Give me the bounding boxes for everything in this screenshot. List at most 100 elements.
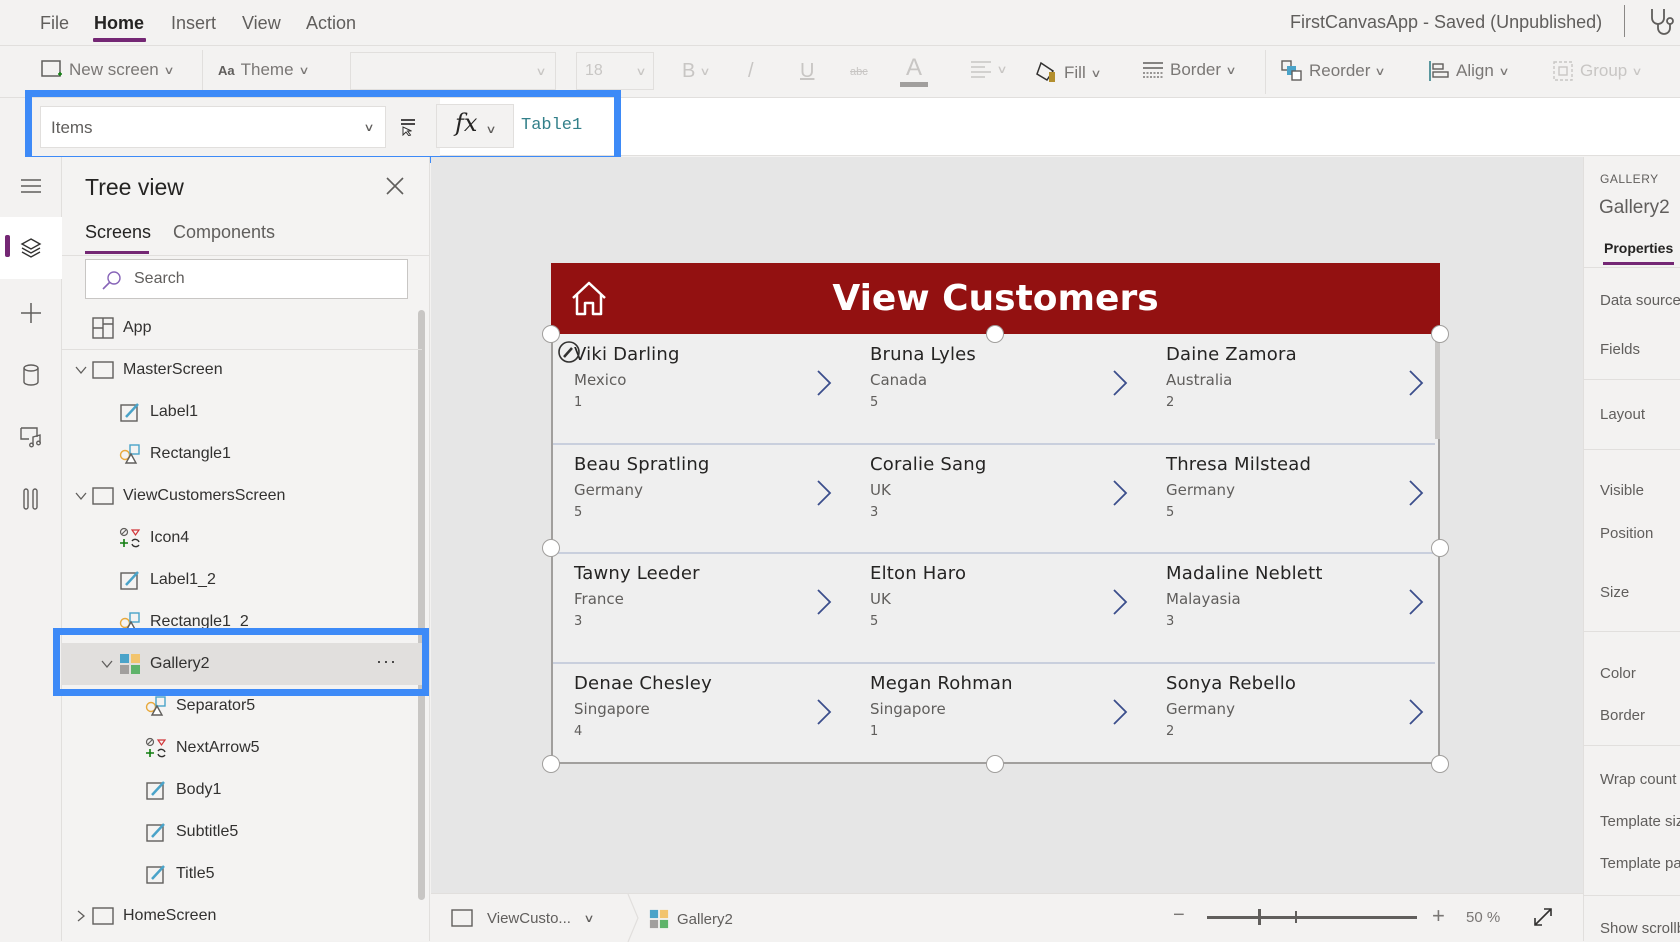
menu-view[interactable]: View <box>242 13 281 34</box>
next-arrow-icon[interactable] <box>816 588 832 616</box>
tree-item-body1[interactable]: Body1 <box>62 769 422 811</box>
bold-button[interactable]: B ∨ <box>682 60 711 83</box>
gallery-item[interactable]: Tawny Leeder France 3 <box>553 553 849 662</box>
resize-handle-top-right[interactable] <box>1431 325 1449 343</box>
align-button[interactable]: Align ∨ <box>1428 60 1509 82</box>
fx-button[interactable]: fx ∨ <box>436 104 514 148</box>
fill-button[interactable]: Fill ∨ <box>1036 60 1101 86</box>
fit-to-window-icon[interactable] <box>1532 906 1554 928</box>
text-align-button[interactable]: ∨ <box>970 60 1008 78</box>
next-arrow-icon[interactable] <box>1408 698 1424 726</box>
chevron-down-icon[interactable] <box>100 657 114 671</box>
hamburger-menu-button[interactable] <box>0 157 62 215</box>
next-arrow-icon[interactable] <box>1112 479 1128 507</box>
rail-insert[interactable] <box>0 282 62 344</box>
stethoscope-icon[interactable] <box>1648 6 1676 38</box>
prop-fields[interactable]: Fields <box>1600 341 1640 358</box>
resize-handle-left[interactable] <box>542 539 560 557</box>
prop-layout[interactable]: Layout <box>1600 406 1645 423</box>
next-arrow-icon[interactable] <box>1408 588 1424 616</box>
gallery-item[interactable]: Thresa Milstead Germany 5 <box>1145 444 1441 553</box>
next-arrow-icon[interactable] <box>1408 479 1424 507</box>
menu-home[interactable]: Home <box>94 13 144 34</box>
prop-template-padding[interactable]: Template padding <box>1600 855 1680 872</box>
resize-handle-bottom-left[interactable] <box>542 755 560 773</box>
menu-insert[interactable]: Insert <box>171 13 216 34</box>
prop-position[interactable]: Position <box>1600 525 1653 542</box>
tree-item-icon4[interactable]: Icon4 <box>62 517 422 559</box>
edit-template-icon[interactable] <box>557 340 581 364</box>
gallery-item[interactable]: Viki Darling Mexico 1 <box>553 334 849 443</box>
new-screen-button[interactable]: New screen ∨ <box>41 60 174 80</box>
zoom-in-button[interactable]: + <box>1432 903 1445 929</box>
screen-selector[interactable]: ViewCusto... ∨ <box>451 909 595 927</box>
tree-item-rectangle1-2[interactable]: Rectangle1_2 <box>62 601 422 643</box>
strikethrough-button[interactable]: abc <box>850 66 868 78</box>
chevron-down-icon[interactable] <box>74 489 88 503</box>
next-arrow-icon[interactable] <box>816 479 832 507</box>
prop-color[interactable]: Color <box>1600 665 1636 682</box>
tree-item-title5[interactable]: Title5 <box>62 853 422 895</box>
zoom-slider[interactable] <box>1207 909 1417 925</box>
font-color-button[interactable]: A <box>900 54 928 87</box>
gallery-scrollbar[interactable] <box>1435 334 1440 439</box>
group-button[interactable]: Group ∨ <box>1552 60 1643 82</box>
prop-border[interactable]: Border <box>1600 707 1645 724</box>
gallery-item[interactable]: Daine Zamora Australia 2 <box>1145 334 1441 443</box>
prop-data-source[interactable]: Data source <box>1600 292 1680 309</box>
prop-size[interactable]: Size <box>1600 584 1629 601</box>
chevron-down-icon[interactable] <box>74 363 88 377</box>
resize-handle-bottom-right[interactable] <box>1431 755 1449 773</box>
zoom-out-button[interactable]: − <box>1173 904 1185 927</box>
tree-item-app[interactable]: App <box>62 307 422 349</box>
gallery-item[interactable]: Bruna Lyles Canada 5 <box>849 334 1145 443</box>
tree-item-gallery2[interactable]: Gallery2 ··· <box>62 643 422 685</box>
tree-item-viewcustomersscreen[interactable]: ViewCustomersScreen <box>62 475 422 517</box>
next-arrow-icon[interactable] <box>816 698 832 726</box>
tree-search-input[interactable]: Search <box>85 259 408 299</box>
rail-data[interactable] <box>0 344 62 406</box>
rail-media[interactable] <box>0 406 62 468</box>
prop-visible[interactable]: Visible <box>1600 482 1644 499</box>
tab-screens[interactable]: Screens <box>85 222 151 243</box>
rail-advanced-tools[interactable] <box>0 468 62 530</box>
next-arrow-icon[interactable] <box>1112 369 1128 397</box>
next-arrow-icon[interactable] <box>1408 369 1424 397</box>
more-options-icon[interactable]: ··· <box>376 651 397 672</box>
resize-handle-bottom[interactable] <box>986 755 1004 773</box>
tree-item-homescreen[interactable]: HomeScreen <box>62 895 422 937</box>
selected-control-crumb[interactable]: Gallery2 <box>649 909 733 929</box>
gallery-item[interactable]: Denae Chesley Singapore 4 <box>553 663 849 772</box>
resize-handle-right[interactable] <box>1431 539 1449 557</box>
property-dropdown[interactable]: Items ∨ <box>40 106 386 148</box>
border-button[interactable]: Border ∨ <box>1142 60 1237 80</box>
resize-handle-top-left[interactable] <box>542 325 560 343</box>
tree-item-separator5[interactable]: Separator5 <box>62 685 422 727</box>
customers-gallery[interactable]: Viki Darling Mexico 1 Bruna Lyles Canada 5 Dai… <box>551 334 1440 764</box>
underline-button[interactable]: U <box>800 60 814 83</box>
tree-item-label1[interactable]: Label1 <box>62 391 422 433</box>
gallery-item[interactable]: Elton Haro UK 5 <box>849 553 1145 662</box>
gallery-item[interactable]: Madaline Neblett Malayasia 3 <box>1145 553 1441 662</box>
tree-item-rectangle1[interactable]: Rectangle1 <box>62 433 422 475</box>
tree-item-label1-2[interactable]: Label1_2 <box>62 559 422 601</box>
tab-components[interactable]: Components <box>173 222 275 243</box>
next-arrow-icon[interactable] <box>816 369 832 397</box>
menu-file[interactable]: File <box>40 13 69 34</box>
reorder-button[interactable]: Reorder ∨ <box>1281 60 1386 82</box>
prop-template-size[interactable]: Template size <box>1600 813 1680 830</box>
next-arrow-icon[interactable] <box>1112 588 1128 616</box>
gallery-item[interactable]: Beau Spratling Germany 5 <box>553 444 849 553</box>
italic-button[interactable]: / <box>748 60 754 83</box>
gallery-item[interactable]: Coralie Sang UK 3 <box>849 444 1145 553</box>
formula-input[interactable]: Table1 <box>514 104 1680 148</box>
tab-properties[interactable]: Properties <box>1604 240 1673 256</box>
tree-item-nextarrow5[interactable]: NextArrow5 <box>62 727 422 769</box>
gallery-item[interactable]: Sonya Rebello Germany 2 <box>1145 663 1441 772</box>
prop-show-scrollbar[interactable]: Show scrollbar <box>1600 920 1680 937</box>
expand-formula-icon[interactable] <box>400 118 416 136</box>
font-family-dropdown[interactable]: ∨ <box>350 52 556 90</box>
close-icon[interactable] <box>384 175 406 197</box>
rail-tree-view[interactable] <box>0 217 62 279</box>
resize-handle-top[interactable] <box>986 325 1004 343</box>
